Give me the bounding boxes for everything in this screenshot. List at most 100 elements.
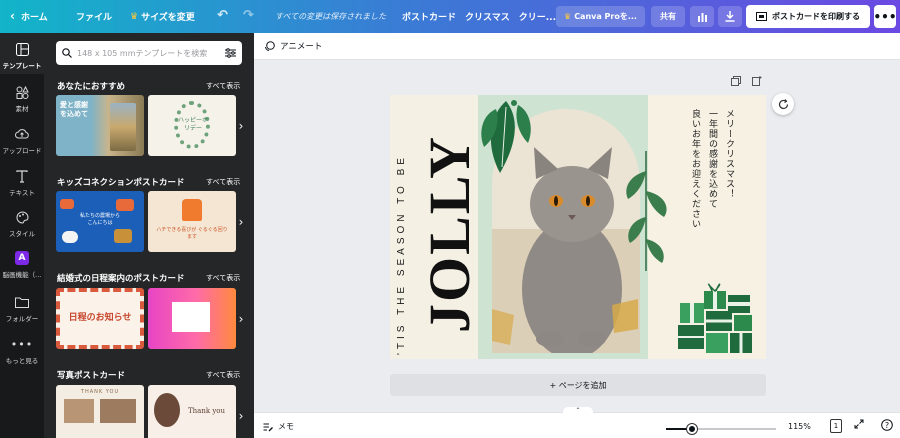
- thumbnail-photo: [110, 103, 136, 151]
- nav-item-more[interactable]: ••• もっと見る: [0, 337, 44, 366]
- nav-item-text[interactable]: テキスト: [0, 169, 44, 197]
- nav-label: 素材: [15, 105, 29, 113]
- share-button[interactable]: 共有: [651, 6, 685, 27]
- see-all-link[interactable]: すべて表示: [206, 370, 240, 380]
- duplicate-page-icon[interactable]: [731, 76, 743, 88]
- see-all-link[interactable]: すべて表示: [206, 81, 240, 91]
- brand-icon: A: [15, 251, 29, 265]
- scroll-right-arrow[interactable]: ›: [234, 95, 248, 156]
- document-title[interactable]: ポストカード クリスマス クリー...: [402, 10, 556, 23]
- animal-illustration: [116, 199, 134, 211]
- redo-icon[interactable]: ↷: [243, 8, 254, 23]
- message-text: メリークリスマス！: [724, 109, 734, 199]
- top-bar: ‹ ホーム ファイル ♛ サイズを変更 ↶ ↷ すべての変更は保存されました ポ…: [0, 0, 900, 33]
- canva-pro-label: Canva Proを...: [574, 12, 637, 21]
- template-thumbnail[interactable]: 日程のお知らせ: [56, 288, 144, 349]
- section-title: 結婚式の日程案内のポストカード: [57, 274, 185, 284]
- chevron-up-icon[interactable]: ⌃: [563, 407, 593, 415]
- portrait-photo: [154, 393, 180, 427]
- regenerate-button[interactable]: [772, 93, 794, 115]
- nav-item-styles[interactable]: スタイル: [0, 210, 44, 238]
- nav-item-elements[interactable]: 素材: [0, 85, 44, 113]
- zoom-level[interactable]: 115%: [788, 422, 811, 431]
- print-postcard-button[interactable]: ポストカードを印刷する: [746, 5, 870, 28]
- nav-label: もっと見る: [5, 357, 39, 365]
- more-icon: •••: [10, 337, 34, 351]
- nav-item-folders[interactable]: フォルダー: [0, 295, 44, 323]
- add-page-button[interactable]: + ページを追加: [390, 374, 766, 396]
- thumbnail-text: THANK YOU: [80, 389, 120, 395]
- search-placeholder: 148 x 105 mmテンプレートを検索: [77, 48, 208, 58]
- animate-label: アニメート: [280, 42, 323, 52]
- holly-leaves-image: [481, 100, 531, 173]
- save-status: すべての変更は保存されました: [275, 12, 387, 21]
- chevron-left-icon: ‹: [10, 9, 15, 23]
- see-all-link[interactable]: すべて表示: [206, 273, 240, 283]
- folder-icon: [14, 295, 30, 309]
- thumbnail-photo: [64, 399, 94, 423]
- animate-icon: [265, 40, 275, 51]
- nav-item-brand[interactable]: A 脳画機能（...: [0, 251, 44, 279]
- bar-chart-icon: [697, 12, 707, 22]
- gift-boxes-image: [678, 283, 752, 353]
- canva-pro-button[interactable]: ♛ Canva Proを...: [556, 6, 645, 27]
- card-illustration: [172, 302, 210, 332]
- home-button[interactable]: ‹ ホーム: [10, 9, 48, 23]
- animal-illustration: [62, 231, 78, 243]
- canvas-area: 'TIS THE SEASON TO BE JOLLY メリークリスマス！ 一年…: [254, 60, 900, 412]
- message-text: 一年間の感謝を込めて: [707, 109, 717, 209]
- see-all-link[interactable]: すべて表示: [206, 177, 240, 187]
- template-panel: 148 x 105 mmテンプレートを検索 あなたにおすすめ すべて表示 愛と感…: [44, 33, 254, 438]
- template-thumbnail[interactable]: THANK YOU: [56, 385, 144, 438]
- template-thumbnail[interactable]: ハチできる喜びが ぐるぐる回ります: [148, 191, 236, 252]
- scroll-right-arrow[interactable]: ›: [234, 191, 248, 252]
- bottom-bar: ⌃ メモ 115% 1 ?: [254, 407, 900, 438]
- template-thumbnail[interactable]: 私たちの農場からこんにちは: [56, 191, 144, 252]
- zoom-slider[interactable]: [666, 424, 776, 434]
- more-options-button[interactable]: •••: [874, 5, 897, 28]
- scroll-right-arrow[interactable]: ›: [234, 288, 248, 349]
- refresh-icon: [778, 98, 788, 109]
- nav-item-uploads[interactable]: アップロード: [0, 127, 44, 155]
- template-thumbnail[interactable]: 愛と感謝を込めて: [56, 95, 144, 156]
- print-label: ポストカードを印刷する: [772, 12, 860, 21]
- zoom-slider-handle[interactable]: [687, 424, 698, 434]
- resize-label: サイズを変更: [141, 13, 195, 23]
- template-search-input[interactable]: 148 x 105 mmテンプレートを検索: [56, 41, 242, 65]
- insights-button[interactable]: [690, 6, 714, 27]
- template-thumbnail[interactable]: [148, 288, 236, 349]
- postcard-design[interactable]: 'TIS THE SEASON TO BE JOLLY メリークリスマス！ 一年…: [390, 95, 766, 359]
- animate-button[interactable]: アニメート: [264, 40, 322, 52]
- template-thumbnail[interactable]: ハッピーホリデー: [148, 95, 236, 156]
- editor-toolbar: アニメート: [254, 33, 900, 60]
- section-title: 写真ポストカード: [57, 371, 126, 381]
- page-number[interactable]: 1: [830, 419, 842, 433]
- tagline-text: 'TIS THE SEASON TO BE: [396, 154, 407, 355]
- scroll-right-arrow[interactable]: ›: [234, 385, 248, 438]
- upload-icon: [14, 127, 30, 141]
- nav-item-templates[interactable]: テンプレート: [0, 33, 44, 74]
- cat-illustration: [182, 199, 202, 221]
- notes-label: メモ: [278, 422, 294, 431]
- fullscreen-icon[interactable]: [854, 419, 864, 432]
- add-page-icon[interactable]: [752, 76, 764, 88]
- nav-label: 脳画機能（...: [2, 271, 42, 279]
- thumbnail-text: ハッピーホリデー: [178, 117, 209, 132]
- nav-label: アップロード: [2, 147, 42, 155]
- help-icon[interactable]: ?: [881, 419, 893, 434]
- resize-button[interactable]: ♛ サイズを変更: [130, 10, 195, 24]
- undo-icon[interactable]: ↶: [217, 8, 228, 23]
- plant-image: [626, 151, 667, 271]
- filter-icon[interactable]: [225, 48, 236, 58]
- download-button[interactable]: [718, 6, 742, 27]
- print-icon: [756, 12, 767, 21]
- file-menu[interactable]: ファイル: [76, 10, 112, 23]
- notes-button[interactable]: メモ: [263, 421, 294, 432]
- message-text: 良いお年をお迎えください: [690, 109, 700, 229]
- svg-text:?: ?: [885, 421, 889, 430]
- thumbnail-text: 私たちの農場からこんにちは: [80, 213, 121, 226]
- thumbnail-text: Thank you: [188, 407, 226, 415]
- template-thumbnail[interactable]: Thank you: [148, 385, 236, 438]
- elements-icon: [14, 85, 30, 99]
- home-label: ホーム: [20, 12, 48, 23]
